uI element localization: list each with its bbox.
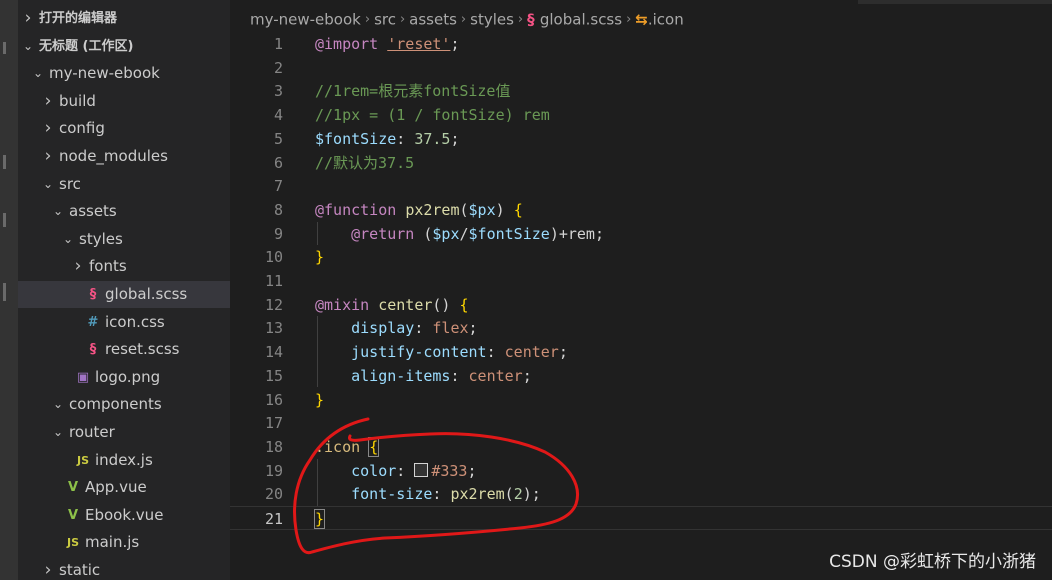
red-annotation-circle (293, 417, 579, 555)
annotation-stroke (293, 417, 579, 555)
